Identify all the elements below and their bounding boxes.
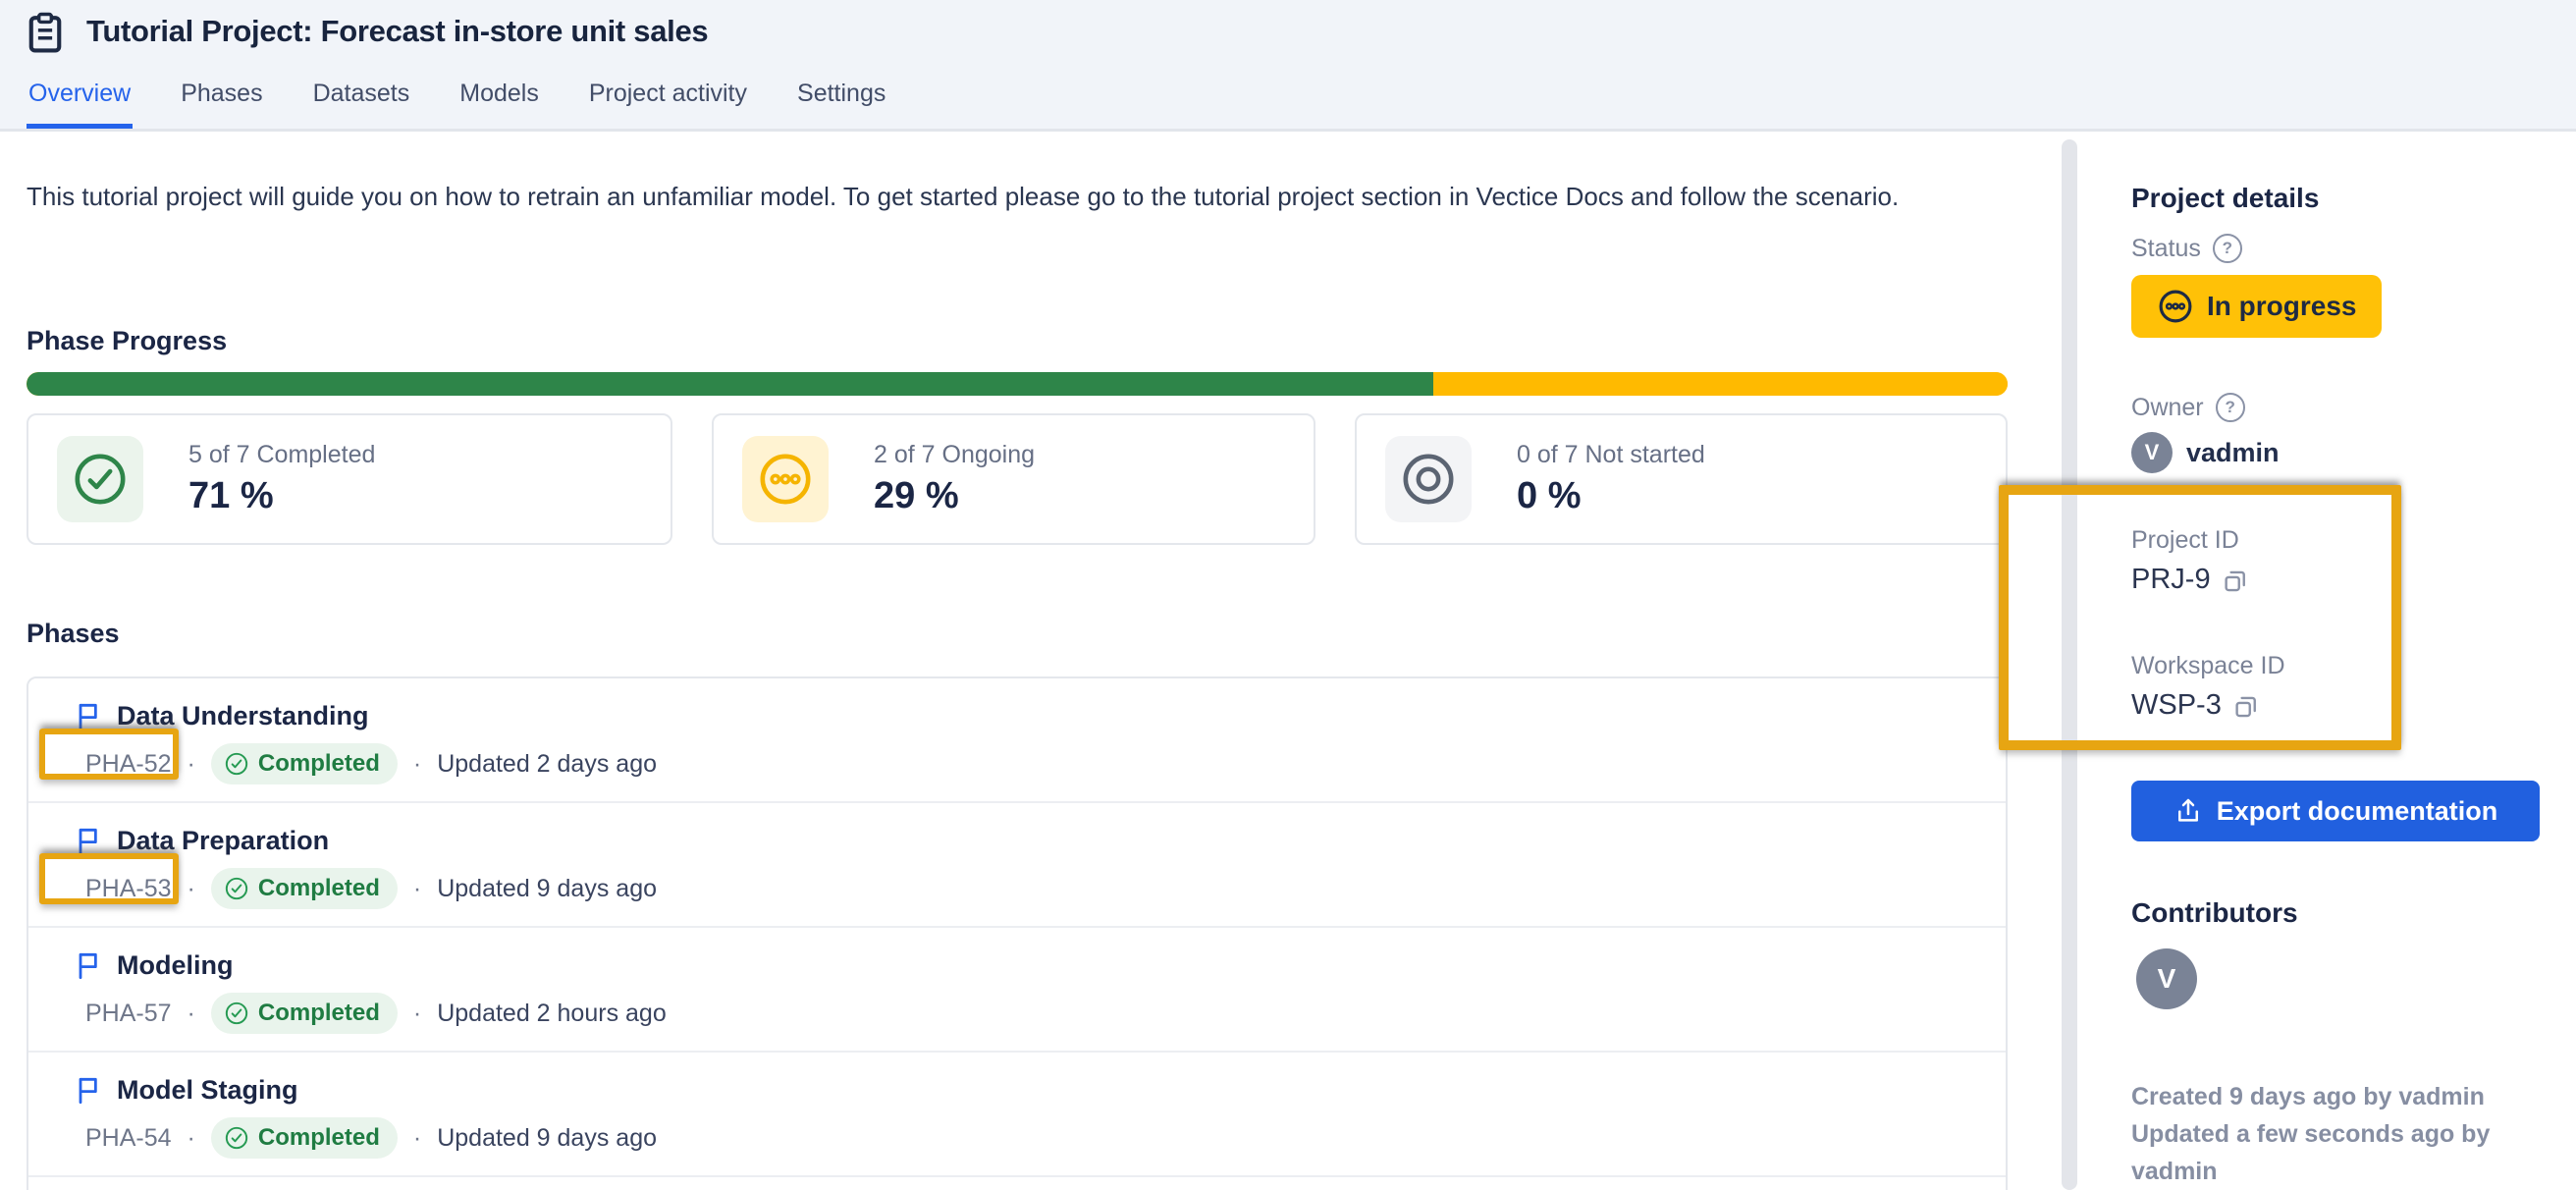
status-label-row: Status ?: [2131, 234, 2242, 263]
phase-updated: Updated 2 hours ago: [437, 1000, 667, 1028]
contributor-avatar[interactable]: V: [2136, 948, 2197, 1009]
phase-progress-heading: Phase Progress: [27, 326, 227, 356]
phase-updated: Updated 2 days ago: [437, 750, 657, 779]
tab-project-activity[interactable]: Project activity: [587, 80, 749, 129]
phase-progress-bar: [27, 372, 2008, 396]
tab-settings[interactable]: Settings: [795, 80, 887, 129]
ongoing-circle-icon: [742, 436, 829, 522]
owner-label: Owner: [2131, 394, 2204, 422]
not-started-summary-card: 0 of 7 Not started 0 %: [1355, 413, 2008, 545]
phase-id: PHA-54: [85, 1124, 172, 1153]
check-circle-icon: [224, 1125, 249, 1151]
check-circle-icon: [57, 436, 143, 522]
status-pill-completed: Completed: [211, 1117, 398, 1159]
status-pill-completed: Completed: [211, 993, 398, 1034]
phase-summary-cards: 5 of 7 Completed 71 % 2 of 7 Ongoing 29 …: [27, 413, 2008, 545]
owner-label-row: Owner ?: [2131, 393, 2245, 422]
phase-updated: Updated 9 days ago: [437, 1124, 657, 1153]
help-icon[interactable]: ?: [2216, 393, 2245, 422]
dot-separator: ·: [413, 875, 421, 903]
not-started-circle-icon: [1385, 436, 1472, 522]
progress-ongoing-segment: [1433, 372, 2008, 396]
annotation-box-ids: [1999, 485, 2401, 750]
dot-separator: ·: [413, 1000, 421, 1028]
flag-icon: [73, 1074, 104, 1106]
completed-summary-card: 5 of 7 Completed 71 %: [27, 413, 672, 545]
phase-row-partial: [28, 1177, 2006, 1190]
page-header: Tutorial Project: Forecast in-store unit…: [0, 0, 2576, 132]
status-pill-label: Completed: [258, 875, 380, 902]
ongoing-card-label: 2 of 7 Ongoing: [874, 441, 1035, 469]
flag-icon: [73, 700, 104, 731]
not-started-card-label: 0 of 7 Not started: [1517, 441, 1705, 469]
clipboard-icon: [27, 12, 64, 55]
updated-line: Updated a few seconds ago by vadmin: [2131, 1115, 2576, 1190]
project-overview-page: Tutorial Project: Forecast in-store unit…: [0, 0, 2576, 1190]
tab-datasets[interactable]: Datasets: [311, 80, 412, 129]
created-line: Created 9 days ago by vadmin: [2131, 1078, 2576, 1115]
export-icon: [2174, 796, 2203, 826]
completed-card-value: 71 %: [188, 475, 375, 517]
export-documentation-button[interactable]: Export documentation: [2131, 781, 2540, 841]
ongoing-card-value: 29 %: [874, 475, 1035, 517]
owner-row: V vadmin: [2131, 432, 2280, 473]
owner-name: vadmin: [2186, 438, 2280, 468]
help-icon[interactable]: ?: [2213, 234, 2242, 263]
status-label: Status: [2131, 235, 2201, 263]
check-circle-icon: [224, 876, 249, 901]
annotation-box-pha-53: [39, 853, 179, 904]
phase-name[interactable]: Data Understanding: [117, 701, 369, 731]
owner-avatar: V: [2131, 432, 2173, 473]
ongoing-summary-card: 2 of 7 Ongoing 29 %: [712, 413, 1315, 545]
annotation-box-pha-52: [39, 729, 179, 780]
phase-row-data-understanding[interactable]: Data Understanding PHA-52 · Completed · …: [28, 678, 2006, 803]
phase-row-modeling[interactable]: Modeling PHA-57 · Completed · Updated 2 …: [28, 928, 2006, 1053]
dot-separator: ·: [188, 750, 195, 779]
dot-separator: ·: [413, 750, 421, 779]
tab-bar: Overview Phases Datasets Models Project …: [27, 80, 887, 129]
contributors-heading: Contributors: [2131, 897, 2298, 929]
not-started-card-value: 0 %: [1517, 475, 1705, 517]
status-pill-label: Completed: [258, 750, 380, 778]
status-pill-completed: Completed: [211, 743, 398, 784]
in-progress-icon: [2157, 288, 2194, 325]
dot-separator: ·: [413, 1124, 421, 1153]
phase-updated: Updated 9 days ago: [437, 875, 657, 903]
dot-separator: ·: [188, 875, 195, 903]
status-pill-label: Completed: [258, 1124, 380, 1152]
status-pill-completed: Completed: [211, 868, 398, 909]
tab-phases[interactable]: Phases: [179, 80, 264, 129]
phase-id: PHA-57: [85, 1000, 172, 1028]
progress-completed-segment: [27, 372, 1433, 396]
dot-separator: ·: [188, 1000, 195, 1028]
flag-icon: [73, 825, 104, 856]
phases-heading: Phases: [27, 619, 120, 649]
phase-row-data-preparation[interactable]: Data Preparation PHA-53 · Completed · Up…: [28, 803, 2006, 928]
project-details-heading: Project details: [2131, 183, 2319, 214]
phase-name[interactable]: Model Staging: [117, 1075, 298, 1106]
created-updated-note: Created 9 days ago by vadmin Updated a f…: [2131, 1078, 2576, 1190]
phase-row-model-staging[interactable]: Model Staging PHA-54 · Completed · Updat…: [28, 1053, 2006, 1177]
export-button-label: Export documentation: [2217, 796, 2498, 827]
completed-card-label: 5 of 7 Completed: [188, 441, 375, 469]
page-title: Tutorial Project: Forecast in-store unit…: [86, 14, 708, 49]
tab-models[interactable]: Models: [457, 80, 541, 129]
status-badge-label: In progress: [2207, 291, 2356, 322]
project-description: This tutorial project will guide you on …: [27, 177, 1899, 216]
phases-list: Data Understanding PHA-52 · Completed · …: [27, 676, 2008, 1190]
check-circle-icon: [224, 1001, 249, 1026]
tab-overview[interactable]: Overview: [27, 80, 133, 129]
status-pill-label: Completed: [258, 1000, 380, 1027]
flag-icon: [73, 949, 104, 981]
check-circle-icon: [224, 751, 249, 777]
project-status-badge[interactable]: In progress: [2131, 275, 2382, 338]
phase-name[interactable]: Modeling: [117, 950, 233, 981]
dot-separator: ·: [188, 1124, 195, 1153]
phase-name[interactable]: Data Preparation: [117, 826, 329, 856]
